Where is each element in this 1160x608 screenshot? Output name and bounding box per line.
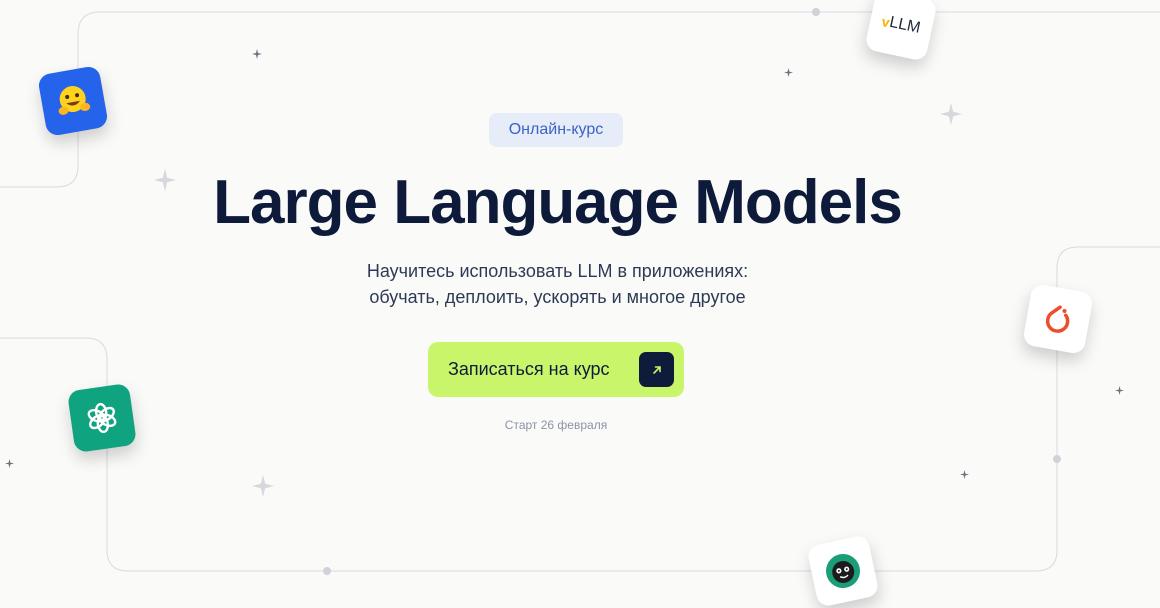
course-type-badge: Онлайн-курс [489, 113, 623, 147]
sparkle-icon [252, 49, 262, 59]
sloth-logo-icon [806, 534, 880, 608]
line-dot [812, 8, 820, 16]
sparkle-icon [960, 470, 969, 479]
huggingface-logo-icon [37, 65, 109, 137]
enroll-button[interactable]: Записаться на курс [428, 342, 684, 397]
sparkle-icon [252, 475, 274, 497]
subtitle-line-2: обучать, деплоить, ускорять и многое дру… [369, 287, 746, 307]
arrow-up-right-icon [639, 352, 674, 387]
pytorch-logo-icon [1022, 283, 1094, 355]
enroll-button-label: Записаться на курс [448, 359, 610, 379]
subtitle-line-1: Научитесь использовать LLM в приложениях… [366, 261, 749, 281]
line-dot [323, 567, 331, 575]
openai-logo-icon [66, 382, 138, 454]
sparkle-icon [5, 459, 14, 468]
line-dot [1053, 455, 1061, 463]
vllm-logo-text: LLM [887, 13, 922, 37]
page-title: Large Language Models [213, 168, 903, 237]
sparkle-icon [1115, 386, 1124, 395]
start-date-text: Старт 26 февраля [504, 418, 608, 432]
page-subtitle: Научитесь использовать LLM в приложениях… [0, 258, 1115, 310]
sparkle-icon [784, 68, 793, 77]
sparkle-icon [940, 103, 962, 125]
